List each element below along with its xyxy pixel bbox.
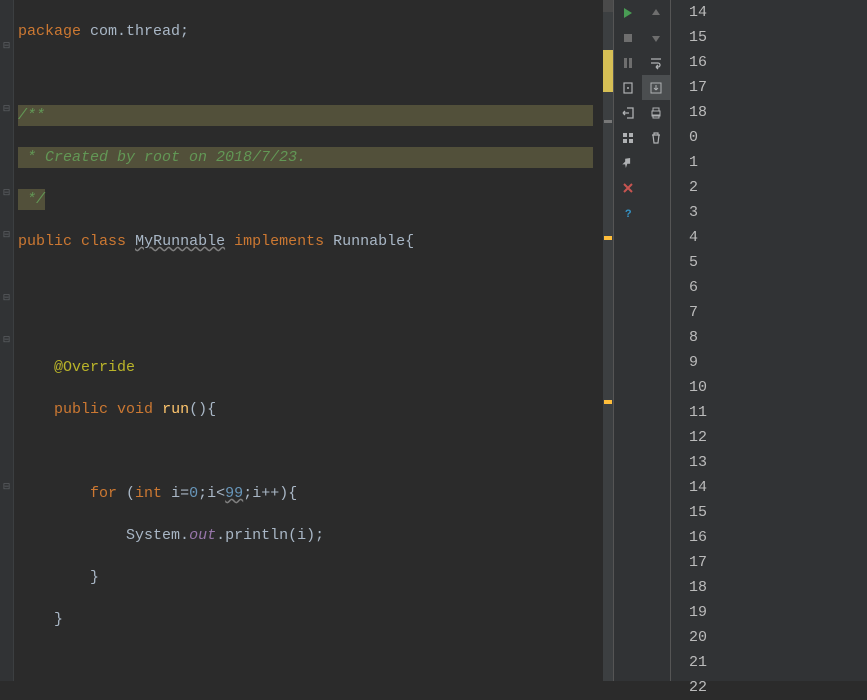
console-line: 21 [689,650,867,675]
console-line: 8 [689,325,867,350]
wrap-button[interactable] [642,50,670,75]
fold-marker[interactable]: ⊟ [2,483,11,492]
warning-marker[interactable] [603,50,613,92]
print-button[interactable] [642,100,670,125]
marker[interactable] [604,120,612,123]
trash-button[interactable] [642,125,670,150]
comment: */ [18,191,45,208]
console-line: 13 [689,450,867,475]
pin-button[interactable] [614,150,670,175]
console-line: 1 [689,150,867,175]
console-line: 17 [689,550,867,575]
code-content[interactable]: package com.thread; /** * Created by roo… [16,0,613,681]
code-editor[interactable]: ⊟ ⊟ ⊟ ⊟ ⊟ ⊟ ⊟ package com.thread; /** * … [0,0,613,681]
warning-marker[interactable] [604,236,612,240]
console-line: 19 [689,600,867,625]
fold-marker[interactable]: ⊟ [2,105,11,114]
gutter: ⊟ ⊟ ⊟ ⊟ ⊟ ⊟ ⊟ [0,0,14,681]
console-line: 22 [689,675,867,700]
console-line: 16 [689,525,867,550]
console-line: 15 [689,500,867,525]
close-button[interactable] [614,175,670,200]
console-line: 11 [689,400,867,425]
up-button[interactable] [642,0,670,25]
fold-marker[interactable]: ⊟ [2,189,11,198]
help-button[interactable]: ? [614,200,670,225]
console-line: 17 [689,75,867,100]
exit-button[interactable] [614,100,642,125]
comment: /** [18,107,45,124]
console-output[interactable]: 14 15 16 17 18 0 1 2 3 4 5 6 7 8 9 10 11… [671,0,867,681]
fold-marker[interactable]: ⊟ [2,336,11,345]
dump-button[interactable] [614,75,642,100]
console-line: 14 [689,0,867,25]
console-line: 14 [689,475,867,500]
annotation: @Override [54,359,135,376]
class-name: MyRunnable [135,233,225,250]
layout-button[interactable] [614,125,642,150]
rerun-button[interactable] [614,0,642,25]
keyword: package [18,23,81,40]
pause-button[interactable] [614,50,642,75]
comment: * Created by root on 2018/7/23. [18,149,306,166]
console-line: 16 [689,50,867,75]
console-line: 18 [689,100,867,125]
console-line: 2 [689,175,867,200]
inspection-indicator[interactable] [603,0,613,12]
fold-marker[interactable]: ⊟ [2,294,11,303]
warning-marker[interactable] [604,400,612,404]
stop-button[interactable] [614,25,642,50]
console-line: 18 [689,575,867,600]
console-line: 6 [689,275,867,300]
console-line: 3 [689,200,867,225]
console-line: 15 [689,25,867,50]
console-line: 0 [689,125,867,150]
console-line: 10 [689,375,867,400]
fold-marker[interactable]: ⊟ [2,231,11,240]
console-line: 5 [689,250,867,275]
console-line: 4 [689,225,867,250]
package-name: com.thread; [81,23,189,40]
run-toolbar: ? [614,0,671,681]
down-button[interactable] [642,25,670,50]
console-line: 9 [689,350,867,375]
console-line: 12 [689,425,867,450]
scroll-to-end-button[interactable] [642,75,670,100]
run-tool-window: ? 14 15 16 17 18 0 1 2 3 4 5 6 7 8 9 10 … [613,0,867,681]
fold-marker[interactable]: ⊟ [2,42,11,51]
console-line: 7 [689,300,867,325]
svg-text:?: ? [625,209,632,220]
error-stripe[interactable] [603,0,613,681]
console-line: 20 [689,625,867,650]
